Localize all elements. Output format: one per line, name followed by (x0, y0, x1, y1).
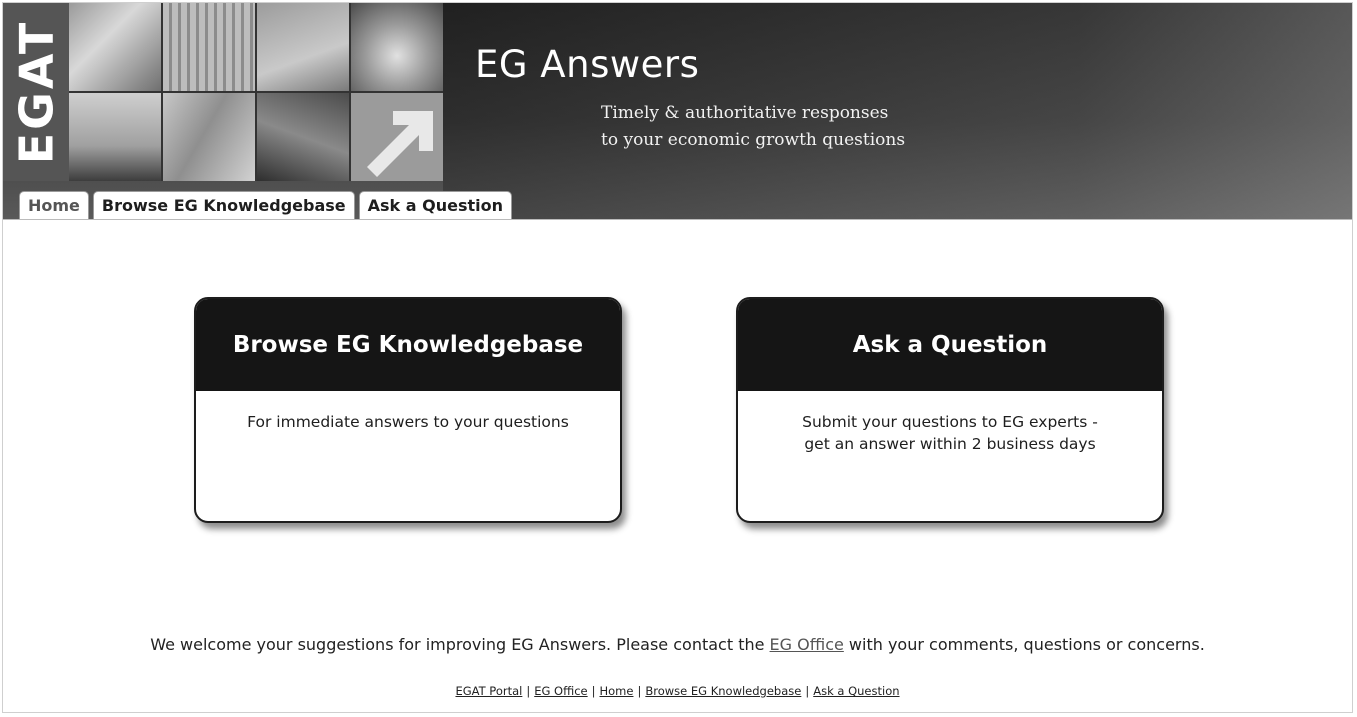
footer-link-browse-knowledgebase[interactable]: Browse EG Knowledgebase (645, 684, 801, 698)
footer-link-eg-office[interactable]: EG Office (534, 684, 587, 698)
browse-knowledgebase-card[interactable]: Browse EG Knowledgebase For immediate an… (194, 297, 622, 523)
photo-africa-map (163, 93, 255, 181)
footer-separator: | (526, 684, 531, 698)
tab-home[interactable]: Home (19, 191, 89, 219)
tab-ask-question[interactable]: Ask a Question (358, 191, 512, 219)
tab-divider (3, 219, 1352, 220)
browse-card-body: For immediate answers to your questions (196, 391, 620, 433)
ask-card-description-line-2: get an answer within 2 business days (804, 435, 1096, 453)
browse-card-title[interactable]: Browse EG Knowledgebase (196, 299, 620, 391)
site-title: EG Answers (475, 43, 700, 86)
logo-text: EGAT (9, 19, 63, 165)
footer-separator: | (637, 684, 642, 698)
photo-arcade (163, 3, 255, 91)
ask-card-description-line-1: Submit your questions to EG experts - (802, 413, 1098, 431)
footer-link-ask-question[interactable]: Ask a Question (813, 684, 899, 698)
suggestions-message: We welcome your suggestions for improvin… (3, 635, 1352, 654)
footer-link-egat-portal[interactable]: EGAT Portal (455, 684, 522, 698)
photo-map-gray (257, 3, 349, 91)
photo-workers (257, 93, 349, 181)
welcome-text-before: We welcome your suggestions for improvin… (150, 635, 770, 654)
header-photo-collage (69, 3, 443, 181)
footer-link-home[interactable]: Home (600, 684, 634, 698)
browse-card-description: For immediate answers to your questions (247, 413, 569, 431)
ask-card-title[interactable]: Ask a Question (738, 299, 1162, 391)
tab-browse-knowledgebase[interactable]: Browse EG Knowledgebase (92, 191, 355, 219)
ask-card-body: Submit your questions to EG experts - ge… (738, 391, 1162, 455)
footer-nav: EGAT Portal | EG Office | Home | Browse EG Kno… (3, 684, 1352, 698)
main-nav-tabs: Home Browse EG Knowledgebase Ask a Quest… (19, 191, 512, 219)
tagline-line-2: to your economic growth questions (601, 130, 906, 150)
header-banner: EGAT EG Answers Timely & authoritative r… (3, 3, 1352, 219)
eg-office-link[interactable]: EG Office (770, 635, 844, 654)
growth-arrow-icon (367, 111, 433, 177)
photo-world-map (69, 3, 161, 91)
photo-construction (69, 93, 161, 181)
footer-separator: | (805, 684, 810, 698)
egat-logo[interactable]: EGAT (3, 3, 69, 181)
site-tagline: Timely & authoritative responses to your… (601, 100, 905, 154)
tagline-line-1: Timely & authoritative responses (601, 103, 889, 123)
growth-arrow-tile (351, 93, 443, 181)
footer-separator: | (591, 684, 596, 698)
ask-question-card[interactable]: Ask a Question Submit your questions to … (736, 297, 1164, 523)
photo-market-produce (351, 3, 443, 91)
welcome-text-after: with your comments, questions or concern… (843, 635, 1205, 654)
page-frame: EGAT EG Answers Timely & authoritative r… (2, 2, 1353, 713)
